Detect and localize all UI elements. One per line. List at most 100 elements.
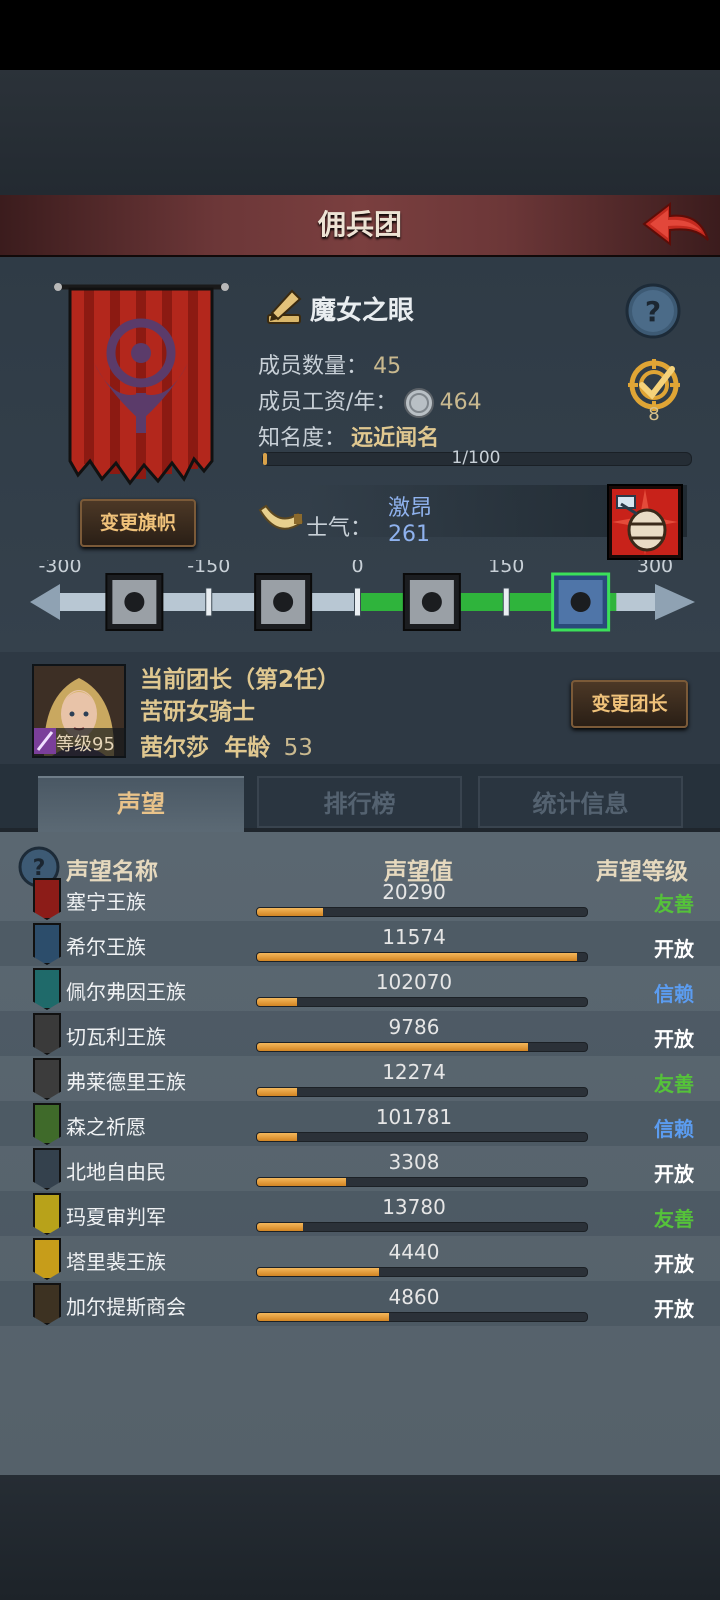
header-bar: 佣兵团 bbox=[0, 195, 720, 257]
faction-emblem-icon bbox=[33, 1013, 61, 1055]
table-row[interactable]: 北地自由民 3308 开放 bbox=[0, 1146, 720, 1191]
reputation-bar-fill bbox=[257, 953, 578, 961]
reputation-level: 友善 bbox=[654, 892, 694, 916]
reputation-bar bbox=[256, 1087, 588, 1097]
tab-stats[interactable]: 统计信息 bbox=[478, 776, 683, 828]
page-title: 佣兵团 bbox=[317, 208, 402, 241]
scale-tick bbox=[354, 587, 361, 617]
broken-eye-icon-glyph bbox=[124, 592, 145, 612]
back-arrow-icon[interactable] bbox=[640, 200, 712, 250]
scale-tick-label: -300 bbox=[38, 560, 81, 577]
despair-icon-glyph bbox=[273, 592, 294, 612]
scale-tick-label: 0 bbox=[351, 560, 363, 577]
reputation-value: 12274 bbox=[382, 1060, 446, 1084]
horn-icon bbox=[258, 500, 304, 540]
team-name: 魔女之眼 bbox=[310, 296, 415, 326]
salary-value: 464 bbox=[439, 390, 482, 415]
reputation-value: 11574 bbox=[382, 925, 446, 949]
age-label: 年龄 bbox=[224, 735, 271, 761]
member-count-row: 成员数量： 45 bbox=[258, 348, 401, 380]
reputation-level: 开放 bbox=[654, 1252, 694, 1276]
help-icon[interactable]: ? bbox=[625, 283, 681, 339]
faction-emblem-icon bbox=[33, 878, 61, 920]
faction-name: 切瓦利王族 bbox=[66, 1025, 166, 1049]
level-value: 95 bbox=[92, 734, 115, 755]
reputation-value: 4860 bbox=[388, 1285, 440, 1309]
scale-tick-label: -150 bbox=[187, 560, 230, 577]
silver-coin-icon bbox=[403, 387, 435, 423]
table-row[interactable]: 塔里裴王族 4440 开放 bbox=[0, 1236, 720, 1281]
faction-emblem-icon bbox=[33, 923, 61, 965]
team-banner bbox=[54, 283, 229, 493]
level-label: 等级 bbox=[56, 734, 92, 755]
reputation-level: 友善 bbox=[654, 1207, 694, 1231]
reputation-value: 13780 bbox=[382, 1195, 446, 1219]
faction-name: 森之祈愿 bbox=[66, 1115, 146, 1139]
faction-name: 玛夏审判军 bbox=[66, 1205, 166, 1229]
reputation-value: 20290 bbox=[382, 880, 446, 904]
reputation-bar bbox=[256, 1177, 588, 1187]
status-bar bbox=[0, 0, 720, 70]
tab-ranking[interactable]: 排行榜 bbox=[257, 776, 462, 828]
reputation-bar-fill bbox=[257, 1043, 528, 1051]
member-count-label: 成员数量： bbox=[258, 354, 369, 379]
change-banner-button[interactable]: 变更旗帜 bbox=[80, 499, 196, 547]
table-row[interactable]: 佩尔弗因王族 102070 信赖 bbox=[0, 966, 720, 1011]
reputation-bar-fill bbox=[257, 1313, 389, 1321]
reputation-bar-fill bbox=[257, 1178, 347, 1186]
scale-tick-label: 300 bbox=[637, 560, 673, 577]
table-row[interactable]: 加尔提斯商会 4860 开放 bbox=[0, 1281, 720, 1326]
faction-emblem-icon bbox=[33, 1103, 61, 1145]
svg-text:?: ? bbox=[645, 295, 661, 328]
keg-icon[interactable] bbox=[607, 484, 683, 560]
reputation-bar-fill bbox=[257, 1223, 304, 1231]
reputation-bar-fill bbox=[257, 1133, 297, 1141]
rally-banner-icon-glyph bbox=[570, 592, 591, 612]
reputation-bar bbox=[256, 1267, 588, 1277]
morale-value: 261 bbox=[388, 522, 430, 547]
commander-level: 等级95 bbox=[56, 730, 115, 756]
reputation-level: 开放 bbox=[654, 1162, 694, 1186]
reputation-bar-fill bbox=[257, 1268, 380, 1276]
reputation-value: 102070 bbox=[375, 970, 453, 994]
reputation-bar-fill bbox=[257, 1088, 297, 1096]
reputation-level: 信赖 bbox=[654, 1117, 694, 1141]
table-row[interactable]: 希尔王族 11574 开放 bbox=[0, 921, 720, 966]
reputation-bar bbox=[256, 1222, 588, 1232]
faction-emblem-icon bbox=[33, 1148, 61, 1190]
reputation-level: 友善 bbox=[654, 1072, 694, 1096]
table-row[interactable]: 弗莱德里王族 12274 友善 bbox=[0, 1056, 720, 1101]
top-background bbox=[0, 70, 720, 195]
commander-name-row: 茜尔莎 年龄 53 bbox=[140, 728, 313, 762]
table-row[interactable]: 玛夏审判军 13780 友善 bbox=[0, 1191, 720, 1236]
reputation-bar bbox=[256, 1042, 588, 1052]
reputation-bar-fill bbox=[257, 908, 323, 916]
bottom-background bbox=[0, 1475, 720, 1600]
morale-scale: -300 -150 0 150 300 bbox=[30, 555, 695, 645]
table-row[interactable]: 切瓦利王族 9786 开放 bbox=[0, 1011, 720, 1056]
member-count-value: 45 bbox=[373, 354, 402, 379]
faction-name: 加尔提斯商会 bbox=[66, 1295, 186, 1319]
scale-tick bbox=[502, 587, 510, 617]
change-leader-button[interactable]: 变更团长 bbox=[571, 680, 688, 728]
faction-emblem-icon bbox=[33, 968, 61, 1010]
reputation-bar bbox=[256, 1312, 588, 1322]
reputation-value: 3308 bbox=[388, 1150, 440, 1174]
commander-class: 苦研女骑士 bbox=[140, 699, 255, 725]
salary-label: 成员工资/年： bbox=[258, 390, 398, 415]
tab-reputation[interactable]: 声望 bbox=[38, 776, 244, 834]
age-value: 53 bbox=[283, 735, 313, 761]
faction-name: 希尔王族 bbox=[66, 935, 146, 959]
scale-tick bbox=[205, 587, 213, 617]
reputation-level: 信赖 bbox=[654, 982, 694, 1006]
table-row[interactable]: 森之祈愿 101781 信赖 bbox=[0, 1101, 720, 1146]
edit-pencil-icon[interactable] bbox=[264, 287, 304, 327]
scale-right-arrow bbox=[655, 584, 695, 620]
reputation-bar bbox=[256, 952, 588, 962]
reputation-bar bbox=[256, 907, 588, 917]
table-row[interactable]: 塞宁王族 20290 友善 bbox=[0, 876, 720, 921]
faction-name: 佩尔弗因王族 bbox=[66, 980, 186, 1004]
reputation-bar bbox=[256, 1132, 588, 1142]
reputation-value: 101781 bbox=[375, 1105, 453, 1129]
commander-title: 当前团长（第2任） bbox=[140, 667, 341, 693]
